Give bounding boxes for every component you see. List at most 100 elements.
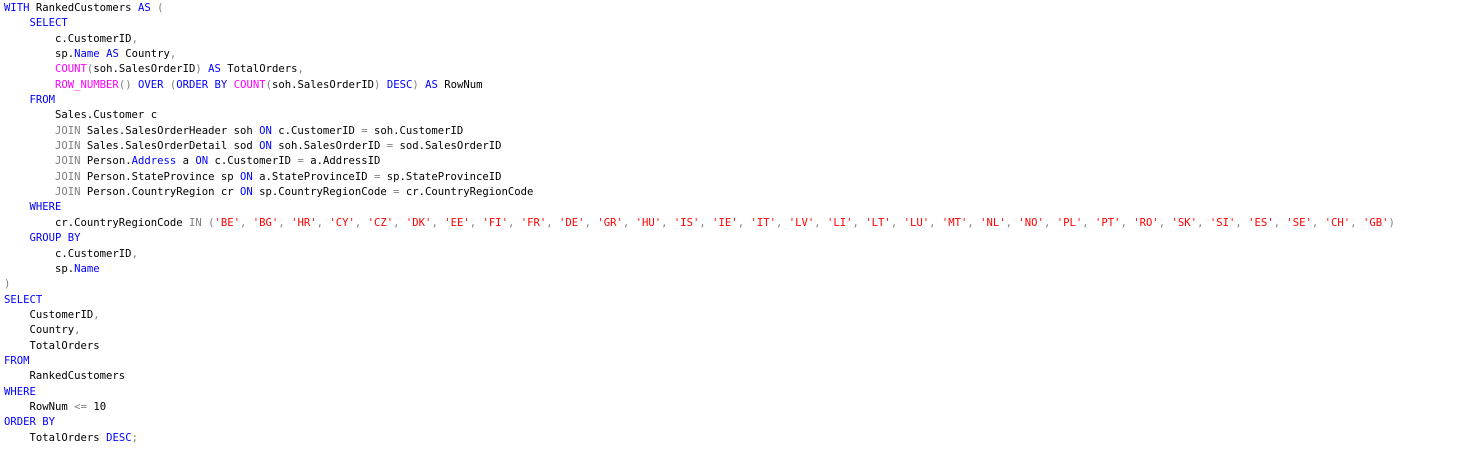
code-token-plain: 10 (86, 400, 107, 413)
code-token-keyword: FROM (4, 354, 30, 367)
code-token-keyword: ORDER BY (176, 78, 228, 91)
code-token-keyword: AS (425, 78, 438, 91)
sql-code-editor[interactable]: WITH RankedCustomers AS ( SELECT c.Custo… (4, 1, 1474, 455)
code-line: JOIN Sales.SalesOrderDetail sod ON soh.S… (4, 139, 1474, 154)
code-token-string: 'SK' (1171, 216, 1198, 229)
code-token-plain: Sales.SalesOrderDetail sod (80, 140, 260, 153)
code-token-plain: Country (118, 48, 170, 61)
code-token-operator: IN (188, 216, 202, 229)
code-line: WITH RankedCustomers AS ( (4, 1, 1474, 16)
code-token-plain: Sales.Customer c (4, 109, 158, 122)
code-token-plain: RankedCustomers (4, 370, 126, 383)
code-token-string: 'HR' (291, 216, 317, 229)
code-token-builtin: Name (74, 262, 100, 275)
code-token-plain: RowNum (4, 400, 75, 413)
code-token-operator: , (354, 216, 368, 229)
code-token-plain: cr.CountryRegionCode (399, 186, 534, 199)
code-token-builtin: Name (74, 48, 100, 61)
code-token-plain: TotalOrders (220, 63, 298, 76)
code-token-plain: sod.SalesOrderID (393, 140, 502, 153)
code-token-string: 'FR' (520, 216, 547, 229)
code-token-operator: , (584, 216, 598, 229)
code-token-string: 'GB' (1362, 216, 1389, 229)
code-token-plain: RankedCustomers (29, 2, 138, 14)
code-token-string: 'CY' (329, 216, 355, 229)
code-token-operator: <= (74, 400, 87, 413)
code-token-operator: , (1005, 216, 1019, 229)
code-token-string: 'MT' (941, 216, 968, 229)
code-token-string: 'LV' (788, 216, 815, 229)
code-token-plain: Person. (80, 155, 132, 168)
code-line: sp.Name (4, 262, 1474, 277)
code-token-operator: , (1082, 216, 1095, 229)
code-line: CustomerID, (4, 308, 1474, 323)
code-line: FROM (4, 354, 1474, 369)
code-token-operator: JOIN (55, 170, 81, 183)
code-token-operator: JOIN (55, 186, 81, 199)
code-token-operator: ) (4, 278, 11, 291)
code-token-plain: TotalOrders (4, 339, 100, 352)
code-token-operator: , (1158, 216, 1172, 229)
code-token-operator: , (1350, 216, 1363, 229)
code-token-operator: , (622, 216, 636, 229)
code-line: GROUP BY (4, 231, 1474, 246)
code-token-operator: , (890, 216, 904, 229)
code-line: WHERE (4, 385, 1474, 400)
code-token-plain: c.CustomerID (208, 155, 298, 168)
code-token-string: 'IS' (673, 216, 700, 229)
code-token-string: 'LI' (827, 216, 853, 229)
code-line: RankedCustomers (4, 369, 1474, 384)
code-token-plain: a.StateProvinceID (252, 170, 374, 183)
code-token-plain: Person.StateProvince sp (80, 170, 240, 183)
code-token-plain: TotalOrders (4, 431, 107, 444)
code-token-string: 'PT' (1094, 216, 1121, 229)
code-token-keyword: ON (259, 124, 272, 137)
code-token-string: 'CZ' (367, 216, 394, 229)
code-token-string: 'NL' (980, 216, 1006, 229)
code-token-keyword: ON (259, 140, 272, 153)
code-token-function: COUNT (233, 78, 266, 91)
code-token-string: 'RO' (1133, 216, 1159, 229)
code-token-plain: sp.StateProvinceID (380, 170, 502, 183)
code-token-plain: sp.CountryRegionCode (252, 186, 394, 199)
code-line: WHERE (4, 200, 1474, 215)
code-token-keyword: ON (240, 186, 253, 199)
code-token-keyword: DESC (106, 431, 132, 444)
code-token-string: 'LT' (865, 216, 891, 229)
code-token-string: 'IE' (712, 216, 738, 229)
code-token-string: 'HU' (635, 216, 662, 229)
code-token-string: 'BG' (252, 216, 279, 229)
code-token-operator: , (131, 247, 138, 260)
code-token-operator: , (661, 216, 674, 229)
code-token-plain: cr.CountryRegionCode (4, 216, 189, 229)
code-token-keyword: SELECT (29, 17, 68, 30)
code-token-string: 'LU' (903, 216, 930, 229)
code-token-operator: , (929, 216, 942, 229)
code-token-keyword: WHERE (29, 201, 62, 214)
code-token-operator: , (1043, 216, 1057, 229)
code-token-operator: , (1273, 216, 1287, 229)
code-token-keyword: SELECT (4, 293, 43, 306)
code-token-keyword: WHERE (4, 385, 36, 398)
code-line: TotalOrders DESC; (4, 431, 1474, 446)
code-token-plain: soh.SalesOrderID (271, 140, 387, 153)
code-token-operator: , (131, 32, 138, 45)
code-token-operator: ; (131, 431, 138, 444)
code-token-operator: , (278, 216, 292, 229)
code-token-string: 'SI' (1209, 216, 1236, 229)
code-token-keyword: AS (137, 2, 151, 14)
code-token-operator: , (1197, 216, 1210, 229)
code-token-operator: , (169, 48, 177, 61)
code-token-plain: soh.SalesOrderID (271, 78, 375, 91)
code-line: TotalOrders (4, 339, 1474, 354)
code-token-builtin: Address (131, 155, 177, 168)
code-token-function: ROW_NUMBER (55, 78, 119, 91)
code-token-string: 'DE' (559, 216, 585, 229)
code-token-keyword: GROUP BY (29, 232, 81, 245)
code-token-keyword: ON (240, 170, 253, 183)
